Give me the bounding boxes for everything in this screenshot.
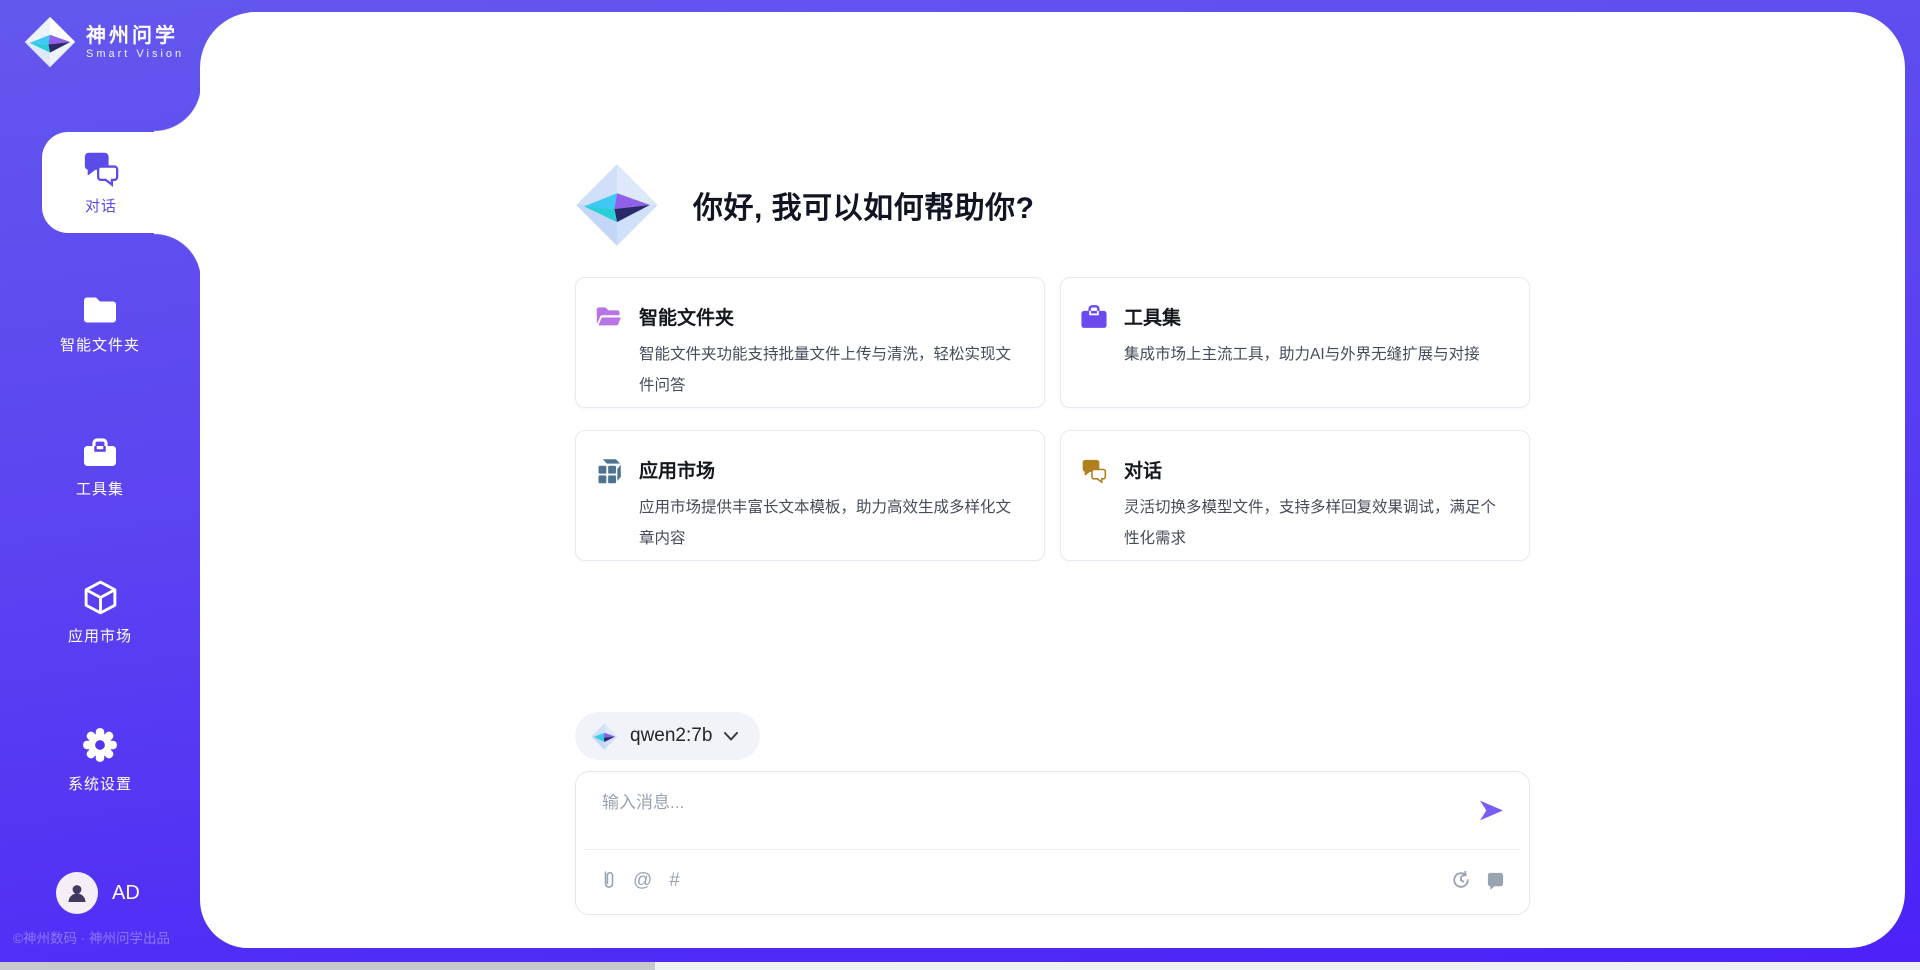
card-title: 应用市场	[639, 456, 1016, 483]
avatar	[56, 872, 98, 914]
copyright-footer: ©神州数码 · 神州问学出品	[13, 927, 203, 947]
greeting-block: 你好, 我可以如何帮助你?	[575, 163, 1530, 247]
card-chat[interactable]: 对话 灵活切换多模型文件，支持多样回复效果调试，满足个性化需求	[1060, 430, 1530, 561]
card-description: 集成市场上主流工具，助力AI与外界无缝扩展与对接	[1124, 339, 1480, 370]
app-window: 神州问学 Smart Vision 对话 智能文件夹 工具集	[0, 0, 1920, 970]
horizontal-scrollbar-thumb[interactable]	[0, 962, 655, 970]
horizontal-scrollbar-track[interactable]	[0, 962, 1920, 970]
sidebar-item-smart-folder[interactable]: 智能文件夹	[0, 294, 200, 355]
sidebar-item-settings[interactable]: 系统设置	[0, 726, 200, 794]
user-initials: AD	[112, 882, 140, 905]
history-icon	[1451, 870, 1471, 890]
sidebar-item-label: 智能文件夹	[60, 334, 140, 355]
main-panel: 你好, 我可以如何帮助你? 智能文件夹 智能文件夹功能支持批量文件上传与清洗，轻…	[200, 12, 1905, 948]
sidebar-item-label: 工具集	[76, 478, 124, 499]
card-smart-folder[interactable]: 智能文件夹 智能文件夹功能支持批量文件上传与清洗，轻松实现文件问答	[575, 277, 1045, 408]
history-button[interactable]	[1451, 868, 1471, 892]
app-market-cube-icon	[595, 457, 623, 485]
content-column: 你好, 我可以如何帮助你? 智能文件夹 智能文件夹功能支持批量文件上传与清洗，轻…	[575, 12, 1530, 915]
new-message-button[interactable]	[1486, 868, 1505, 892]
card-description: 灵活切换多模型文件，支持多样回复效果调试，满足个性化需求	[1124, 492, 1501, 554]
composer-toolbar-right	[1451, 868, 1505, 892]
card-description: 应用市场提供丰富长文本模板，助力高效生成多样化文章内容	[639, 492, 1016, 554]
greeting-title: 你好, 我可以如何帮助你?	[693, 183, 1035, 227]
sidebar-item-label: 应用市场	[68, 625, 132, 646]
sidebar-item-app-market[interactable]: 应用市场	[0, 579, 200, 646]
folder-icon	[82, 294, 118, 325]
sidebar-item-label: 系统设置	[68, 773, 132, 794]
composer-divider	[585, 849, 1520, 850]
topic-button[interactable]: #	[669, 868, 680, 892]
user-account[interactable]: AD	[0, 872, 200, 914]
mention-button[interactable]: @	[633, 868, 652, 892]
model-gem-icon	[591, 723, 618, 750]
paperclip-icon	[602, 869, 616, 892]
attach-file-button[interactable]	[602, 868, 616, 892]
card-app-market[interactable]: 应用市场 应用市场提供丰富长文本模板，助力高效生成多样化文章内容	[575, 430, 1045, 561]
cube-icon	[82, 579, 119, 616]
feature-cards: 智能文件夹 智能文件夹功能支持批量文件上传与清洗，轻松实现文件问答 工具集 集成…	[575, 277, 1530, 561]
gem-diamond-icon	[575, 163, 659, 247]
folder-open-icon	[595, 304, 623, 329]
card-title: 智能文件夹	[639, 303, 1016, 330]
chevron-down-icon	[724, 732, 738, 741]
sidebar: 神州问学 Smart Vision 对话 智能文件夹 工具集	[0, 0, 200, 970]
chat-bubbles-icon	[1080, 457, 1108, 484]
card-text: 应用市场 应用市场提供丰富长文本模板，助力高效生成多样化文章内容	[639, 456, 1016, 554]
send-icon	[1478, 798, 1505, 823]
card-toolbox[interactable]: 工具集 集成市场上主流工具，助力AI与外界无缝扩展与对接	[1060, 277, 1530, 408]
person-icon	[65, 881, 89, 905]
briefcase-icon	[1080, 304, 1108, 330]
sidebar-item-label: 对话	[85, 195, 117, 216]
brand-logo: 神州问学 Smart Vision	[24, 16, 184, 68]
message-icon	[1486, 871, 1505, 890]
sidebar-item-chat[interactable]: 对话	[42, 132, 204, 233]
card-text: 工具集 集成市场上主流工具，助力AI与外界无缝扩展与对接	[1124, 303, 1480, 370]
at-icon: @	[633, 871, 652, 890]
toolbox-icon	[82, 437, 118, 469]
model-selector[interactable]: qwen2:7b	[575, 712, 760, 760]
send-button[interactable]	[1478, 798, 1505, 826]
card-text: 对话 灵活切换多模型文件，支持多样回复效果调试，满足个性化需求	[1124, 456, 1501, 554]
card-title: 对话	[1124, 456, 1501, 483]
card-title: 工具集	[1124, 303, 1480, 330]
hash-icon: #	[669, 871, 680, 890]
brand-name: 神州问学	[86, 25, 184, 48]
brand-text: 神州问学 Smart Vision	[86, 25, 184, 60]
model-name: qwen2:7b	[630, 725, 712, 747]
brand-subtitle: Smart Vision	[86, 48, 184, 60]
card-description: 智能文件夹功能支持批量文件上传与清洗，轻松实现文件问答	[639, 339, 1016, 401]
gem-diamond-icon	[24, 16, 76, 68]
chat-icon	[81, 149, 121, 187]
message-input[interactable]	[602, 788, 1402, 842]
card-text: 智能文件夹 智能文件夹功能支持批量文件上传与清洗，轻松实现文件问答	[639, 303, 1016, 401]
composer-toolbar-left: @ #	[602, 868, 680, 892]
gear-icon	[81, 726, 119, 764]
sidebar-item-toolbox[interactable]: 工具集	[0, 437, 200, 499]
message-composer: @ #	[575, 771, 1530, 915]
